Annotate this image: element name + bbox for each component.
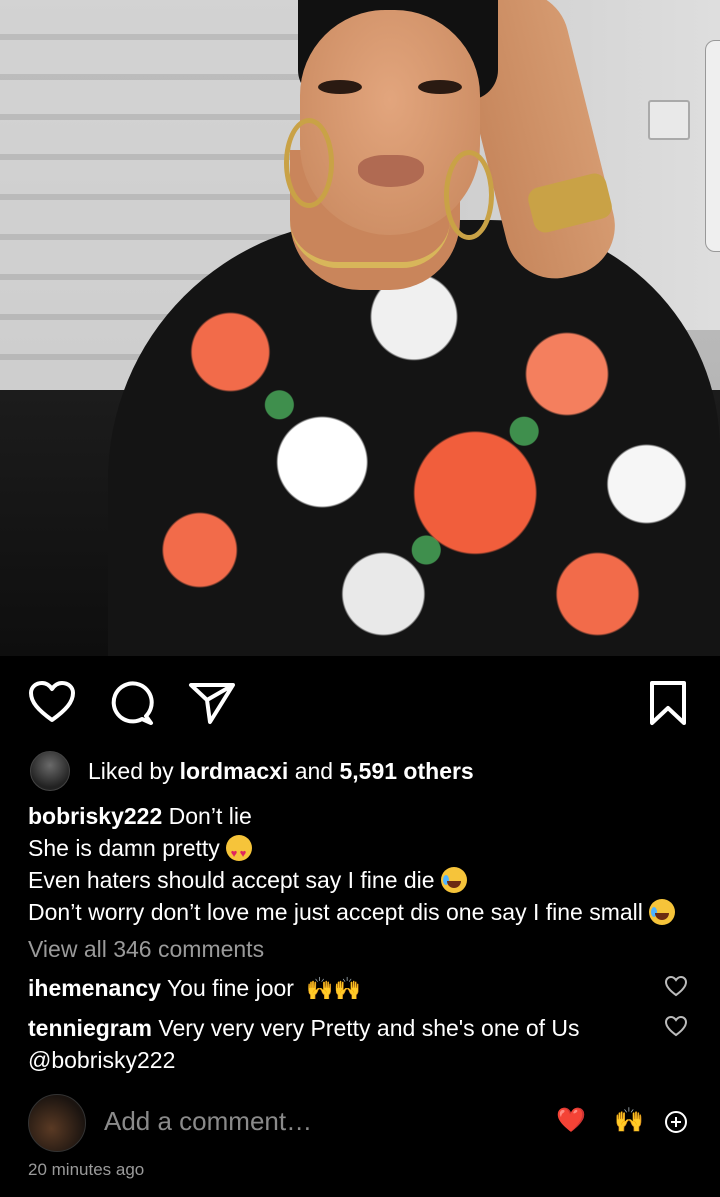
caption-line: Don’t worry don’t love me just accept di… bbox=[28, 899, 643, 925]
current-user-avatar bbox=[28, 1094, 86, 1152]
heart-icon[interactable] bbox=[28, 680, 76, 724]
door-edge bbox=[705, 40, 720, 252]
liked-by-prefix: Liked by bbox=[88, 757, 174, 784]
comment-like-heart-icon[interactable] bbox=[664, 1014, 688, 1038]
quick-reaction-hands-icon[interactable]: 🙌 bbox=[614, 1106, 644, 1135]
quick-reaction-heart-icon[interactable]: ❤️ bbox=[556, 1106, 586, 1135]
comment-item: ihemenancy You fine joor 🙌🙌 bbox=[28, 972, 648, 1005]
comment-text: You fine joor bbox=[166, 975, 294, 1001]
left-eye bbox=[318, 80, 362, 94]
light-switch bbox=[648, 100, 690, 140]
bookmark-icon[interactable] bbox=[648, 680, 688, 726]
post-action-bar bbox=[0, 656, 720, 746]
add-comment-input[interactable]: Add a comment… bbox=[104, 1106, 312, 1137]
likes-summary[interactable]: Liked by lordmacxi and 5,591 others bbox=[30, 751, 690, 791]
caption-line: She is damn pretty bbox=[28, 835, 220, 861]
post-photo[interactable] bbox=[0, 0, 720, 656]
comment-item: tenniegram Very very very Pretty and she… bbox=[28, 1012, 648, 1076]
tears-of-joy-emoji-icon bbox=[440, 867, 467, 893]
caption-line: Don’t lie bbox=[168, 803, 252, 829]
add-comment-row: Add a comment… ❤️ 🙌 bbox=[0, 1090, 720, 1154]
liked-by-user[interactable]: lordmacxi bbox=[180, 758, 289, 785]
comment-username[interactable]: ihemenancy bbox=[28, 975, 161, 1001]
comment-text: Very very very Pretty and she's one of U… bbox=[158, 1015, 580, 1041]
gold-necklace bbox=[290, 220, 450, 268]
comment-bubble-icon[interactable] bbox=[108, 680, 154, 726]
liked-by-middle: and bbox=[288, 757, 340, 784]
caption-line: Even haters should accept say I fine die bbox=[28, 867, 435, 893]
paper-plane-icon[interactable] bbox=[188, 680, 236, 726]
liker-avatar[interactable] bbox=[30, 751, 70, 791]
hoop-earring-left bbox=[284, 118, 334, 208]
hoop-earring-right bbox=[444, 150, 494, 240]
tears-of-joy-emoji-icon bbox=[648, 899, 675, 925]
comment-like-heart-icon[interactable] bbox=[664, 974, 688, 998]
view-all-comments-link[interactable]: View all 346 comments bbox=[28, 936, 264, 963]
liked-by-others[interactable]: 5,591 others bbox=[339, 758, 473, 785]
plus-circle-icon[interactable] bbox=[664, 1110, 688, 1141]
post-caption: bobrisky222 Don’t lie She is damn pretty… bbox=[28, 800, 698, 928]
right-eye bbox=[418, 80, 462, 94]
heart-eyes-emoji-icon bbox=[225, 835, 252, 870]
raising-hands-emoji-icon: 🙌🙌 bbox=[306, 976, 362, 1001]
post-timestamp: 20 minutes ago bbox=[28, 1160, 145, 1179]
caption-username[interactable]: bobrisky222 bbox=[28, 803, 162, 829]
comment-mention[interactable]: @bobrisky222 bbox=[28, 1044, 648, 1076]
comment-username[interactable]: tenniegram bbox=[28, 1015, 152, 1041]
lips bbox=[358, 155, 424, 187]
